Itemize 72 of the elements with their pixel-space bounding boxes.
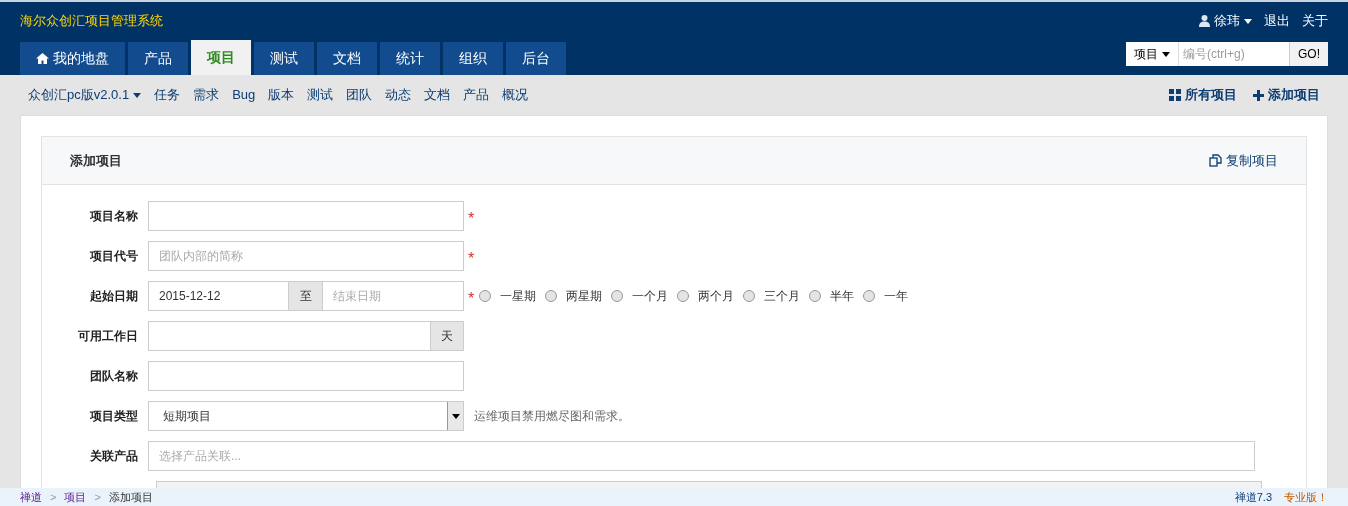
field-label: 项目名称 <box>89 208 139 225</box>
required-mark: * <box>468 289 475 309</box>
radio-option[interactable]: 两星期 <box>545 287 603 305</box>
footer-link[interactable]: 禅道7.3 <box>1234 491 1272 503</box>
sub-nav-link[interactable]: 团队 <box>346 85 373 105</box>
project-switcher[interactable]: 众创汇pc版v2.0.1 <box>28 85 142 105</box>
nav-tab[interactable]: 统计 <box>380 42 440 75</box>
sub-nav-link[interactable]: 需求 <box>193 85 220 105</box>
range-separator: 至 <box>289 281 322 311</box>
user-icon <box>1199 15 1210 27</box>
header-link[interactable]: 退出 <box>1264 11 1290 31</box>
radio-option[interactable]: 一星期 <box>479 287 537 305</box>
required-mark: * <box>468 249 475 269</box>
field-label: 可用工作日 <box>77 328 139 345</box>
input-field[interactable] <box>148 361 464 391</box>
sub-nav-link[interactable]: 版本 <box>268 85 295 105</box>
field-label: 项目代号 <box>89 248 139 265</box>
toolbar-link[interactable]: 所有项目 <box>1169 85 1237 105</box>
end-date-input[interactable]: 结束日期 <box>322 281 464 311</box>
caret-icon <box>451 413 460 419</box>
radio-option[interactable]: 半年 <box>809 287 855 305</box>
radio-option[interactable]: 一年 <box>863 287 909 305</box>
field-label: 团队名称 <box>89 368 139 385</box>
radio-option[interactable]: 三个月 <box>743 287 801 305</box>
breadcrumb-separator: > <box>94 491 101 503</box>
caret-icon <box>133 92 142 98</box>
caret-icon <box>1244 18 1252 24</box>
nav-tab[interactable]: 我的地盘 <box>20 42 125 75</box>
nav-tab[interactable]: 测试 <box>254 42 314 75</box>
footer-link[interactable]: 专业版！ <box>1284 491 1328 503</box>
toolbar-link[interactable]: 添加项目 <box>1253 85 1320 105</box>
home-icon <box>36 53 49 64</box>
field-label: 起始日期 <box>89 288 139 305</box>
radio-option[interactable]: 两个月 <box>677 287 735 305</box>
start-date-input[interactable]: 2015-12-12 <box>148 281 289 311</box>
select-dropdown[interactable]: 短期项目 <box>148 401 464 431</box>
input-field[interactable] <box>148 201 464 231</box>
sub-nav-link[interactable]: 产品 <box>463 85 490 105</box>
sub-nav-link[interactable]: 文档 <box>424 85 451 105</box>
breadcrumb-link[interactable]: 项目 <box>64 491 87 503</box>
field-label: 项目类型 <box>89 408 139 425</box>
breadcrumb-separator: > <box>50 491 57 503</box>
help-text: 运维项目禁用燃尽图和需求。 <box>474 408 630 425</box>
scope-dropdown[interactable]: 项目 <box>1126 42 1179 66</box>
nav-tab[interactable]: 后台 <box>506 42 566 75</box>
copy-project-link[interactable]: 复制项目 <box>1209 150 1278 171</box>
nav-tab[interactable]: 产品 <box>128 42 188 75</box>
input-field[interactable]: 选择产品关联... <box>148 441 1255 471</box>
input-field[interactable]: 团队内部的简称 <box>148 241 464 271</box>
field-label: 关联产品 <box>89 448 139 465</box>
sub-nav-link[interactable]: 任务 <box>154 85 181 105</box>
radio-option[interactable]: 一个月 <box>611 287 669 305</box>
sub-nav-link[interactable]: 概况 <box>502 85 529 105</box>
go-button[interactable]: GO! <box>1289 42 1328 66</box>
required-mark: * <box>468 209 475 229</box>
user-menu[interactable]: 徐玮 <box>1199 11 1252 31</box>
caret-icon <box>1162 51 1170 57</box>
grid-icon <box>1169 89 1181 101</box>
breadcrumb-current: 添加项目 <box>108 491 153 503</box>
copy-icon <box>1209 154 1222 167</box>
card-title: 添加项目 <box>70 151 122 170</box>
sub-nav-link[interactable]: 测试 <box>307 85 334 105</box>
search-field[interactable]: 编号(ctrl+g) <box>1179 42 1289 66</box>
nav-tab[interactable]: 项目 <box>191 40 251 75</box>
sub-nav-link[interactable]: Bug <box>232 85 256 105</box>
nav-tab[interactable]: 组织 <box>443 42 503 75</box>
nav-tab[interactable]: 文档 <box>317 42 377 75</box>
breadcrumb-link[interactable]: 禅道 <box>20 491 42 503</box>
app-title: 海尔众创汇项目管理系统 <box>20 12 163 31</box>
plus-icon <box>1253 89 1264 101</box>
sub-nav-link[interactable]: 动态 <box>385 85 412 105</box>
header-link[interactable]: 关于 <box>1302 11 1328 31</box>
